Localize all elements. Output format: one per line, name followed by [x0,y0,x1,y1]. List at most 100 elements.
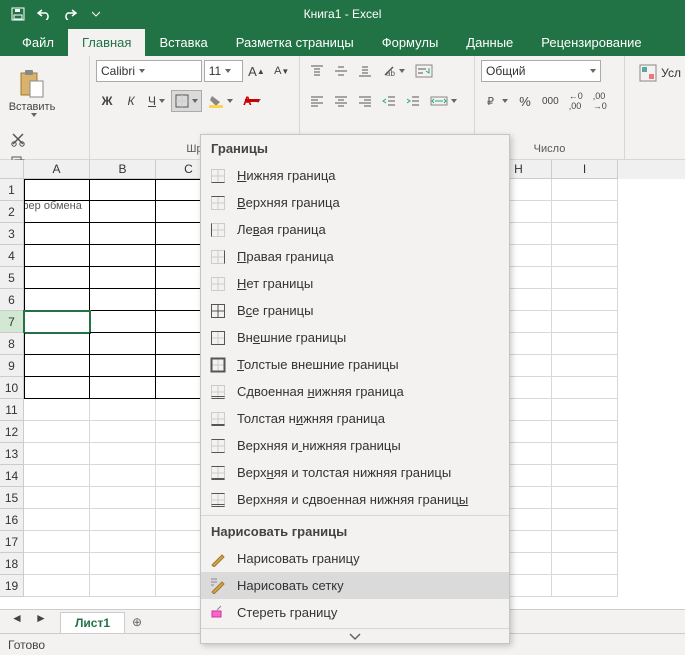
cell[interactable] [90,223,156,245]
cell[interactable] [552,421,618,443]
row-header[interactable]: 8 [0,333,24,355]
row-header[interactable]: 19 [0,575,24,597]
decrease-font-button[interactable]: A▼ [270,60,293,82]
align-bottom-button[interactable] [354,60,376,82]
comma-style-button[interactable]: 000 [538,90,563,112]
column-header[interactable]: A [24,160,90,179]
sheet-nav-prev[interactable]: ◄ [6,607,28,629]
menu-item-border[interactable]: Левая граница [201,216,509,243]
cell[interactable] [24,421,90,443]
cell[interactable] [90,553,156,575]
row-header[interactable]: 14 [0,465,24,487]
cell[interactable] [24,553,90,575]
row-header[interactable]: 16 [0,509,24,531]
decrease-decimal-button[interactable]: ,00→0 [589,90,611,112]
align-middle-button[interactable] [330,60,352,82]
cell[interactable] [90,399,156,421]
cell[interactable] [24,311,90,333]
menu-item-border[interactable]: Верхняя граница [201,189,509,216]
cell[interactable] [90,487,156,509]
font-name-select[interactable]: Calibri [96,60,202,82]
cell[interactable] [552,487,618,509]
menu-item-border[interactable]: Нижняя граница [201,162,509,189]
row-header[interactable]: 5 [0,267,24,289]
cell[interactable] [552,289,618,311]
cell[interactable] [90,355,156,377]
number-format-select[interactable]: Общий [481,60,601,82]
cell[interactable] [90,289,156,311]
cell[interactable] [552,399,618,421]
fill-color-button[interactable] [204,90,237,112]
menu-item-border[interactable]: Внешние границы [201,324,509,351]
cell[interactable] [24,465,90,487]
tab-review[interactable]: Рецензирование [527,29,655,56]
tab-data[interactable]: Данные [452,29,527,56]
cell[interactable] [90,179,156,201]
align-top-button[interactable] [306,60,328,82]
cell[interactable] [24,443,90,465]
paste-button[interactable]: Вставить [6,60,58,126]
undo-button[interactable] [32,2,56,26]
menu-item-border[interactable]: Толстая нижняя граница [201,405,509,432]
row-header[interactable]: 13 [0,443,24,465]
row-header[interactable]: 10 [0,377,24,399]
row-header[interactable]: 6 [0,289,24,311]
font-color-button[interactable]: A [239,90,265,112]
select-all-corner[interactable] [0,160,24,179]
cell[interactable] [90,531,156,553]
cell[interactable] [552,377,618,399]
cell[interactable] [552,245,618,267]
cell[interactable] [24,179,90,201]
currency-button[interactable]: ₽ [481,90,512,112]
tab-insert[interactable]: Вставка [145,29,221,56]
save-icon[interactable] [6,2,30,26]
row-header[interactable]: 7 [0,311,24,333]
cell[interactable] [90,311,156,333]
cell[interactable] [24,487,90,509]
cell[interactable] [552,223,618,245]
decrease-indent-button[interactable] [378,90,400,112]
tab-formulas[interactable]: Формулы [368,29,453,56]
tab-file[interactable]: Файл [8,29,68,56]
column-header[interactable]: B [90,160,156,179]
conditional-format-button[interactable]: Усл [635,62,685,84]
menu-item-border[interactable]: Правая граница [201,243,509,270]
cell[interactable] [90,465,156,487]
cell[interactable] [552,201,618,223]
cell[interactable] [24,575,90,597]
menu-item-border[interactable]: Все границы [201,297,509,324]
wrap-text-button[interactable] [411,60,437,82]
cell[interactable] [552,333,618,355]
menu-item-border[interactable]: Верхняя и нижняя границы [201,432,509,459]
increase-indent-button[interactable] [402,90,424,112]
menu-item-border[interactable]: Верхняя и толстая нижняя границы [201,459,509,486]
cell[interactable] [90,443,156,465]
add-sheet-button[interactable]: ⊕ [125,611,149,633]
align-right-button[interactable] [354,90,376,112]
cell[interactable] [552,267,618,289]
row-header[interactable]: 17 [0,531,24,553]
menu-item-draw-border[interactable]: Нарисовать сетку [201,572,509,599]
cell[interactable] [90,377,156,399]
row-header[interactable]: 9 [0,355,24,377]
row-header[interactable]: 3 [0,223,24,245]
cell[interactable] [24,399,90,421]
cell[interactable] [90,509,156,531]
cell[interactable] [24,267,90,289]
cell[interactable] [552,575,618,597]
cut-button[interactable] [6,128,30,150]
cell[interactable] [24,333,90,355]
cell[interactable] [24,355,90,377]
cell[interactable] [90,421,156,443]
sheet-nav-next[interactable]: ► [30,607,52,629]
row-header[interactable]: 12 [0,421,24,443]
cell[interactable] [552,509,618,531]
italic-button[interactable]: К [120,90,142,112]
borders-button[interactable] [171,90,202,112]
menu-item-border[interactable]: Сдвоенная нижняя граница [201,378,509,405]
tab-home[interactable]: Главная [68,29,145,56]
row-header[interactable]: 18 [0,553,24,575]
underline-button[interactable]: Ч [144,90,169,112]
redo-button[interactable] [58,2,82,26]
cell[interactable] [24,531,90,553]
